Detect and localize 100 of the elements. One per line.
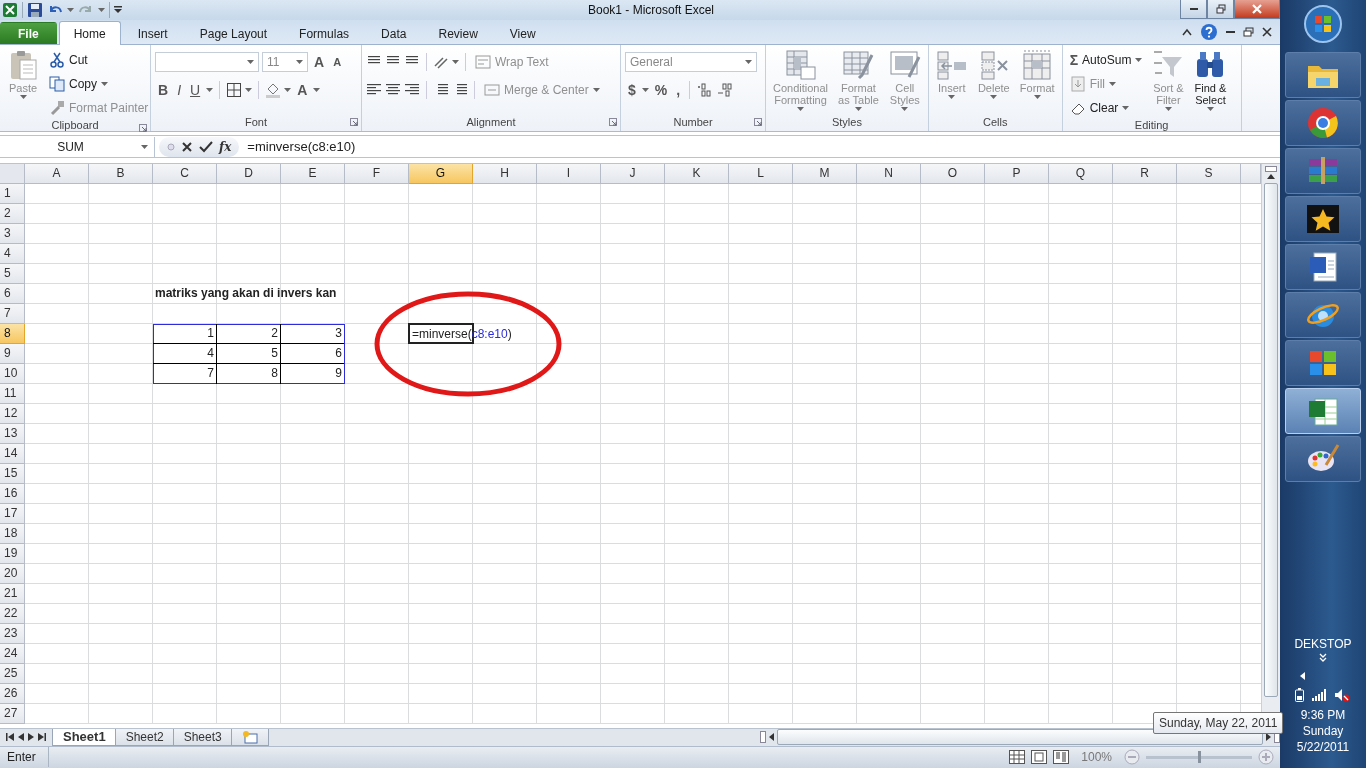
row-header[interactable]: 5	[0, 263, 25, 284]
row-header[interactable]: 7	[0, 303, 25, 324]
text-orientation-icon[interactable]	[433, 54, 449, 71]
column-header[interactable]: C	[153, 163, 217, 184]
row-header[interactable]: 15	[0, 463, 25, 484]
column-header[interactable]: M	[793, 163, 857, 184]
clock-date[interactable]: 5/22/2011	[1296, 740, 1350, 754]
battery-icon[interactable]	[1295, 688, 1305, 702]
sheet-tab[interactable]: Sheet2	[114, 728, 175, 746]
scroll-up-icon[interactable]	[1267, 173, 1275, 179]
column-header[interactable]: P	[985, 163, 1049, 184]
find-select-button[interactable]: Find & Select	[1191, 49, 1230, 120]
minimize-button[interactable]	[1180, 0, 1207, 19]
row-header[interactable]: 11	[0, 383, 25, 404]
font-size-field[interactable]: 11	[262, 52, 308, 73]
row-header[interactable]: 1	[0, 183, 25, 204]
row-header[interactable]: 27	[0, 703, 25, 724]
taskbar-button[interactable]	[1285, 436, 1361, 482]
borders-icon[interactable]	[226, 82, 243, 99]
row-header[interactable]: 25	[0, 663, 25, 684]
cut-button[interactable]: Cut	[46, 49, 152, 72]
column-header[interactable]: G	[409, 163, 473, 184]
zoom-slider-thumb[interactable]	[1197, 750, 1201, 763]
column-header[interactable]: Q	[1049, 163, 1113, 184]
first-sheet-icon[interactable]	[6, 733, 14, 742]
italic-button[interactable]: I	[174, 79, 184, 102]
taskbar-button[interactable]	[1285, 340, 1361, 386]
row-header[interactable]: 20	[0, 563, 25, 584]
scroll-right-icon[interactable]	[1266, 733, 1271, 742]
row-header[interactable]: 6	[0, 283, 25, 304]
next-sheet-icon[interactable]	[28, 733, 34, 742]
clear-button[interactable]: Clear	[1066, 97, 1146, 120]
row-header[interactable]: 4	[0, 243, 25, 264]
help-icon[interactable]	[1200, 23, 1218, 42]
close-icon[interactable]	[1262, 27, 1272, 38]
fill-color-icon[interactable]	[265, 82, 282, 99]
restore-button[interactable]	[1207, 0, 1234, 19]
scroll-left-icon[interactable]	[769, 733, 774, 742]
start-button[interactable]	[1303, 4, 1343, 44]
shrink-font-button[interactable]: A	[330, 51, 345, 74]
row-header[interactable]: 16	[0, 483, 25, 504]
save-icon[interactable]	[27, 2, 43, 19]
row-header[interactable]: 26	[0, 683, 25, 704]
row-header[interactable]: 17	[0, 503, 25, 524]
customize-icon[interactable]	[114, 6, 122, 15]
taskbar-button[interactable]	[1285, 388, 1361, 434]
font-name-field[interactable]	[155, 52, 259, 73]
taskbar-button[interactable]	[1285, 244, 1361, 290]
column-header[interactable]: S	[1177, 163, 1241, 184]
sheet-tab[interactable]: Sheet3	[172, 728, 233, 746]
row-header[interactable]: 24	[0, 643, 25, 664]
column-header[interactable]: B	[89, 163, 153, 184]
muted-speaker-icon[interactable]	[1334, 688, 1351, 702]
row-header[interactable]: 8	[0, 323, 25, 344]
row-header[interactable]: 3	[0, 223, 25, 244]
file-tab[interactable]: File	[0, 22, 57, 45]
insert-function-button[interactable]: fx	[219, 139, 232, 154]
desktop-label[interactable]: DEKSTOP	[1294, 637, 1352, 651]
sheet-tab[interactable]: Sheet1	[52, 728, 117, 746]
checkmark-icon[interactable]	[199, 140, 213, 153]
ribbon-tab[interactable]: Data	[366, 22, 422, 45]
chevron-down-icon[interactable]	[1319, 653, 1327, 662]
taskbar-button[interactable]	[1285, 100, 1361, 146]
percent-button[interactable]: %	[651, 79, 671, 102]
signal-icon[interactable]	[1312, 689, 1327, 701]
bold-button[interactable]: B	[155, 79, 172, 102]
column-header[interactable]: J	[601, 163, 665, 184]
normal-view-icon[interactable]	[1009, 750, 1026, 765]
collapse-ribbon-icon[interactable]	[1182, 28, 1192, 37]
row-header[interactable]: 9	[0, 343, 25, 364]
spreadsheet-icon[interactable]	[2, 2, 18, 19]
ribbon-tab[interactable]: Insert	[122, 22, 183, 45]
column-header[interactable]: E	[281, 163, 345, 184]
column-header[interactable]: N	[857, 163, 921, 184]
ribbon-tab[interactable]: Home	[58, 21, 121, 46]
formula-field[interactable]: =minverse(c8:e10)	[239, 139, 1280, 155]
last-sheet-icon[interactable]	[38, 733, 46, 742]
taskbar-button[interactable]	[1285, 52, 1361, 98]
row-header[interactable]: 10	[0, 363, 25, 384]
ribbon-tab[interactable]: Page Layout	[184, 22, 283, 45]
column-header[interactable]: O	[921, 163, 985, 184]
row-header[interactable]: 21	[0, 583, 25, 604]
row-header[interactable]: 23	[0, 623, 25, 644]
row-header[interactable]: 13	[0, 423, 25, 444]
show-hidden-icon[interactable]	[1300, 672, 1306, 680]
close-button[interactable]	[1234, 0, 1280, 19]
dialog-launcher-icon[interactable]	[350, 118, 358, 127]
number-format-field[interactable]: General	[625, 52, 757, 73]
column-header[interactable]: I	[537, 163, 601, 184]
split-handle-icon[interactable]	[1265, 165, 1277, 172]
underline-button[interactable]: U	[187, 79, 204, 102]
cancel-icon[interactable]	[181, 140, 193, 153]
column-header[interactable]: D	[217, 163, 281, 184]
row-header[interactable]: 14	[0, 443, 25, 464]
name-box[interactable]: SUM	[0, 136, 155, 157]
clock-day[interactable]: Sunday	[1302, 724, 1344, 738]
column-header[interactable]: R	[1113, 163, 1177, 184]
autosum-button[interactable]: Σ AutoSum	[1066, 49, 1146, 72]
page-layout-icon[interactable]	[1031, 750, 1048, 765]
split-handle-icon[interactable]	[760, 731, 766, 744]
